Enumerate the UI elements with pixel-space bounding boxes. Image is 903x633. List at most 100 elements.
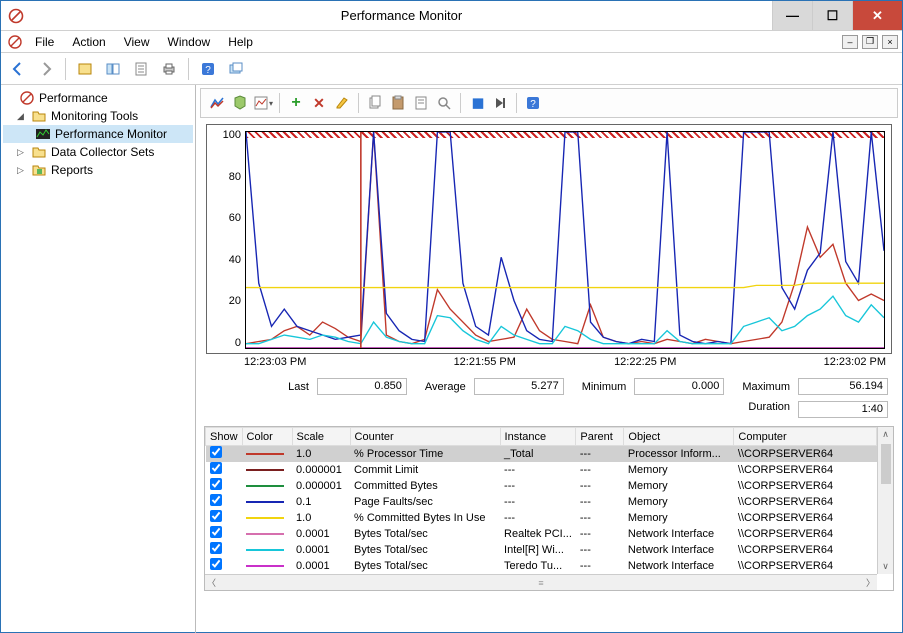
close-button[interactable]: ✕ [852, 1, 902, 30]
view-log-button[interactable] [230, 93, 250, 113]
tree-reports[interactable]: ▷ Reports [3, 161, 193, 179]
show-checkbox[interactable] [210, 558, 222, 570]
instance-cell: Teredo Tu... [500, 558, 576, 574]
menu-window[interactable]: Window [160, 33, 219, 51]
back-button[interactable] [7, 58, 29, 80]
title-bar: Performance Monitor — ☐ ✕ [1, 1, 902, 31]
col-scale[interactable]: Scale [292, 428, 350, 446]
object-cell: Processor Inform... [624, 446, 734, 462]
instance-cell: --- [500, 462, 576, 478]
menu-bar: File Action View Window Help – ❐ × [1, 31, 902, 53]
chart-plot[interactable] [245, 131, 885, 349]
counter-cell: % Committed Bytes In Use [350, 510, 500, 526]
properties-button[interactable] [130, 58, 152, 80]
mdi-minimize-button[interactable]: – [842, 35, 858, 49]
scale-cell: 0.0001 [292, 542, 350, 558]
duration-value: 1:40 [798, 401, 888, 418]
computer-cell: \\CORPSERVER64 [734, 446, 877, 462]
tree-root[interactable]: Performance [3, 89, 193, 107]
show-checkbox[interactable] [210, 462, 222, 474]
parent-cell: --- [576, 446, 624, 462]
forward-button[interactable] [35, 58, 57, 80]
col-counter[interactable]: Counter [350, 428, 500, 446]
ytick-100: 100 [223, 129, 241, 141]
col-instance[interactable]: Instance [500, 428, 576, 446]
properties-counter-button[interactable] [411, 93, 431, 113]
highlight-button[interactable] [332, 93, 352, 113]
app-icon [1, 8, 31, 24]
color-swatch [246, 517, 284, 519]
chart-icon [35, 126, 51, 142]
mdi-restore-button[interactable]: ❐ [862, 35, 878, 49]
freeze-button[interactable]: ▮▮ [467, 93, 487, 113]
counter-table[interactable]: Show Color Scale Counter Instance Parent… [205, 427, 877, 574]
col-object[interactable]: Object [624, 428, 734, 446]
computer-cell: \\CORPSERVER64 [734, 558, 877, 574]
menu-help[interactable]: Help [220, 33, 261, 51]
show-hide-tree-button[interactable] [74, 58, 96, 80]
menu-action[interactable]: Action [64, 33, 113, 51]
color-swatch [246, 533, 284, 535]
parent-cell: --- [576, 558, 624, 574]
delete-counter-button[interactable]: ✕ [309, 93, 329, 113]
copy-button[interactable] [365, 93, 385, 113]
new-window-button[interactable] [225, 58, 247, 80]
horizontal-scrollbar[interactable]: 〈≡〉 [205, 574, 877, 590]
tree-performance-monitor[interactable]: Performance Monitor [3, 125, 193, 143]
show-checkbox[interactable] [210, 494, 222, 506]
tree-data-collector-sets[interactable]: ▷ Data Collector Sets [3, 143, 193, 161]
vertical-scrollbar[interactable]: ∧∨ [877, 427, 893, 574]
tree-pane: Performance ◢ Monitoring Tools Performan… [1, 85, 196, 633]
help-button[interactable]: ? [197, 58, 219, 80]
table-row[interactable]: 0.000001Commit Limit------Memory\\CORPSE… [206, 462, 877, 478]
table-row[interactable]: 1.0% Processor Time_Total---Processor In… [206, 446, 877, 462]
add-counter-button[interactable]: + [286, 93, 306, 113]
change-graph-button[interactable]: ▾ [253, 93, 273, 113]
window-title: Performance Monitor [31, 8, 772, 23]
table-row[interactable]: 0.0001Bytes Total/secIntel[R] Wi...---Ne… [206, 542, 877, 558]
zoom-button[interactable] [434, 93, 454, 113]
instance-cell: --- [500, 478, 576, 494]
col-parent[interactable]: Parent [576, 428, 624, 446]
show-checkbox[interactable] [210, 510, 222, 522]
table-row[interactable]: 0.1Page Faults/sec------Memory\\CORPSERV… [206, 494, 877, 510]
minimize-button[interactable]: — [772, 1, 812, 30]
view-button[interactable] [102, 58, 124, 80]
col-show[interactable]: Show [206, 428, 243, 446]
help-perfmon-button[interactable]: ? [523, 93, 543, 113]
show-checkbox[interactable] [210, 478, 222, 490]
xtick-0: 12:23:03 PM [244, 356, 405, 368]
parent-cell: --- [576, 510, 624, 526]
table-row[interactable]: 0.0001Bytes Total/secRealtek PCI...---Ne… [206, 526, 877, 542]
counter-cell: Bytes Total/sec [350, 558, 500, 574]
computer-cell: \\CORPSERVER64 [734, 510, 877, 526]
show-checkbox[interactable] [210, 446, 222, 458]
tree-monitoring-tools[interactable]: ◢ Monitoring Tools [3, 107, 193, 125]
menu-file[interactable]: File [27, 33, 62, 51]
table-row[interactable]: 1.0% Committed Bytes In Use------Memory\… [206, 510, 877, 526]
col-color[interactable]: Color [242, 428, 292, 446]
view-current-button[interactable] [207, 93, 227, 113]
show-checkbox[interactable] [210, 542, 222, 554]
print-button[interactable] [158, 58, 180, 80]
computer-cell: \\CORPSERVER64 [734, 542, 877, 558]
update-button[interactable] [490, 93, 510, 113]
menu-view[interactable]: View [116, 33, 158, 51]
parent-cell: --- [576, 462, 624, 478]
table-row[interactable]: 0.000001Committed Bytes------Memory\\COR… [206, 478, 877, 494]
xtick-3: 12:23:02 PM [726, 356, 887, 368]
chart-area[interactable]: 100 80 60 40 20 0 [206, 124, 892, 354]
color-swatch [246, 565, 284, 567]
col-computer[interactable]: Computer [734, 428, 877, 446]
color-swatch [246, 453, 284, 455]
object-cell: Memory [624, 494, 734, 510]
mdi-close-button[interactable]: × [882, 35, 898, 49]
reports-icon [31, 162, 47, 178]
paste-button[interactable] [388, 93, 408, 113]
show-checkbox[interactable] [210, 526, 222, 538]
stats-row-2: Duration 1:40 [210, 401, 888, 418]
maximize-button[interactable]: ☐ [812, 1, 852, 30]
table-row[interactable]: 0.0001Bytes Total/secTeredo Tu...---Netw… [206, 558, 877, 574]
color-swatch [246, 549, 284, 551]
max-value: 56.194 [798, 378, 888, 395]
